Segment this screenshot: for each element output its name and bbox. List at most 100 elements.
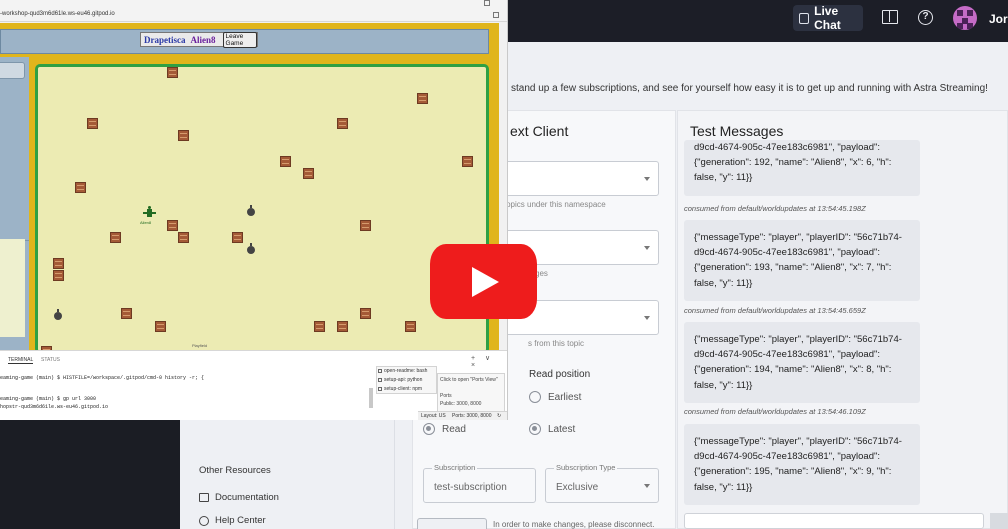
brick-tile (110, 232, 121, 243)
brick-tile (53, 270, 64, 281)
popup-line: Ports (440, 393, 452, 399)
url-bar[interactable]: -workshop-qud3m6d61le.ws-eu46.gitpod.io (0, 0, 507, 22)
popup-line: Click to open "Ports View" (440, 377, 498, 383)
brick-tile (155, 321, 166, 332)
brick-tile (417, 93, 428, 104)
task-item[interactable]: setup-client: npm (378, 386, 422, 392)
gitpod-window: -workshop-qud3m6d61le.ws-eu46.gitpod.io … (0, 0, 508, 420)
live-chat-button[interactable]: Live Chat (793, 4, 863, 32)
page-subtitle: stand up a few subscriptions, and see fo… (511, 83, 988, 94)
topic-hint-3: s from this topic (528, 339, 585, 348)
message-line: {"messageType": "player", "playerID": "5… (694, 334, 902, 345)
brick-tile (167, 67, 178, 78)
terminal-scrollbar[interactable] (369, 388, 373, 408)
task-label: setup-client: npm (384, 386, 423, 392)
book-icon[interactable] (882, 10, 898, 24)
brick-tile (337, 321, 348, 332)
popup-line: Public: 3000, 8000 (440, 401, 482, 407)
brick-tile (405, 321, 416, 332)
leave-game-button[interactable]: Leave Game (222, 31, 257, 48)
terminal-icon (378, 387, 382, 391)
game-side-box[interactable] (0, 62, 25, 79)
topic-hint: m topics under this namespace (495, 200, 606, 209)
message-line: d9cd-4674-905c-47ee183c6981", "payload": (694, 349, 881, 361)
refresh-icon[interactable]: ↻ (497, 413, 501, 419)
documentation-link[interactable]: Documentation (199, 492, 279, 503)
subscription-field-value: test-subscription (434, 482, 507, 493)
brick-tile (232, 232, 243, 243)
task-label: open-readme: bash (384, 368, 428, 374)
brick-tile (314, 321, 325, 332)
radio-read-label: Read (442, 423, 466, 435)
consumed-timestamp: consumed from default/worldupdates at 13… (684, 407, 866, 416)
subscription-type-select[interactable]: Subscription Type Exclusive (545, 463, 659, 503)
brick-tile (75, 182, 86, 193)
message-line: {"messageType": "player", "playerID": "5… (694, 436, 902, 447)
consumed-timestamp: consumed from default/worldupdates at 13… (684, 204, 866, 213)
message-line: false, "y": 11}} (694, 277, 753, 289)
send-button[interactable] (990, 513, 1008, 529)
task-item[interactable]: setup-api: python (378, 377, 422, 383)
read-position-label: Read position (529, 369, 591, 380)
client-title: ext Client (510, 123, 569, 139)
radio-read[interactable]: Read (423, 423, 466, 435)
help-center-link[interactable]: Help Center (199, 515, 266, 526)
radio-icon (529, 391, 541, 403)
messages-title: Test Messages (690, 123, 784, 139)
message-line: {"generation": 193, "name": "Alien8", "x… (694, 262, 892, 274)
help-icon (199, 515, 209, 526)
game-side-lower (0, 239, 25, 337)
brick-tile (303, 168, 314, 179)
terminal-line: eaming-game (main) $ gp url 3000 (0, 396, 97, 402)
brick-tile (53, 258, 64, 269)
brick-tile (121, 308, 132, 319)
message-card: {"messageType": "player", "playerID": "5… (684, 424, 920, 505)
message-line: false, "y": 11}} (694, 379, 753, 391)
message-line: false, "y": 11}} (694, 172, 753, 184)
game-header-box: Drapetisca Alien8 Leave Game (140, 31, 258, 48)
subscription-field-label: Subscription (432, 463, 478, 472)
disconnect-button[interactable] (417, 518, 487, 529)
brick-tile (360, 308, 371, 319)
playfield-label: Playfield (192, 343, 208, 348)
terminal-line: eaming-game (main) $ HISTFILE=/workspace… (0, 375, 205, 381)
chevron-down-icon (644, 176, 650, 181)
brick-tile (280, 156, 291, 167)
terminal-controls[interactable]: + ∨ × (471, 354, 507, 369)
help-icon[interactable]: ? (918, 10, 933, 25)
chevron-down-icon (644, 245, 650, 250)
username[interactable]: Jorg (989, 12, 1008, 26)
live-chat-label: Live Chat (814, 4, 841, 32)
player-name: Alien8 (190, 34, 216, 45)
message-input[interactable] (684, 513, 984, 529)
tab-terminal[interactable]: TERMINAL (8, 357, 34, 364)
message-line: false, "y": 11}} (694, 481, 753, 493)
task-label: setup-api: python (384, 377, 423, 383)
task-item[interactable]: open-readme: bash (378, 368, 427, 374)
brick-tile (87, 118, 98, 129)
window-icon[interactable] (484, 0, 490, 6)
open-external-icon[interactable] (493, 12, 499, 18)
radio-icon (529, 423, 541, 435)
game-playfield[interactable] (35, 64, 489, 354)
terminal-icon (378, 369, 382, 373)
radio-latest[interactable]: Latest (529, 423, 575, 435)
message-line: d9cd-4674-905c-47ee183c6981", "payload": (694, 451, 881, 463)
other-resources-title: Other Resources (199, 465, 271, 476)
book-icon (199, 493, 209, 502)
subscription-type-label: Subscription Type (554, 463, 618, 472)
radio-earliest[interactable]: Earliest (529, 391, 581, 403)
message-card: {"messageType": "player", "playerID": "5… (684, 322, 920, 403)
tab-status[interactable]: STATUS (41, 357, 60, 363)
message-line: {"generation": 195, "name": "Alien8", "x… (694, 466, 892, 478)
brick-tile (178, 130, 189, 141)
status-ports[interactable]: Ports: 3000, 8000 (452, 413, 491, 419)
subscription-type-value: Exclusive (556, 482, 599, 493)
avatar[interactable] (953, 6, 977, 30)
namespace-select[interactable] (485, 161, 659, 196)
mine-icon (247, 243, 255, 254)
status-layout[interactable]: Layout: US (421, 413, 446, 419)
subscription-field[interactable]: Subscription test-subscription (423, 463, 536, 503)
play-icon[interactable] (472, 267, 499, 297)
documentation-label: Documentation (215, 492, 279, 503)
